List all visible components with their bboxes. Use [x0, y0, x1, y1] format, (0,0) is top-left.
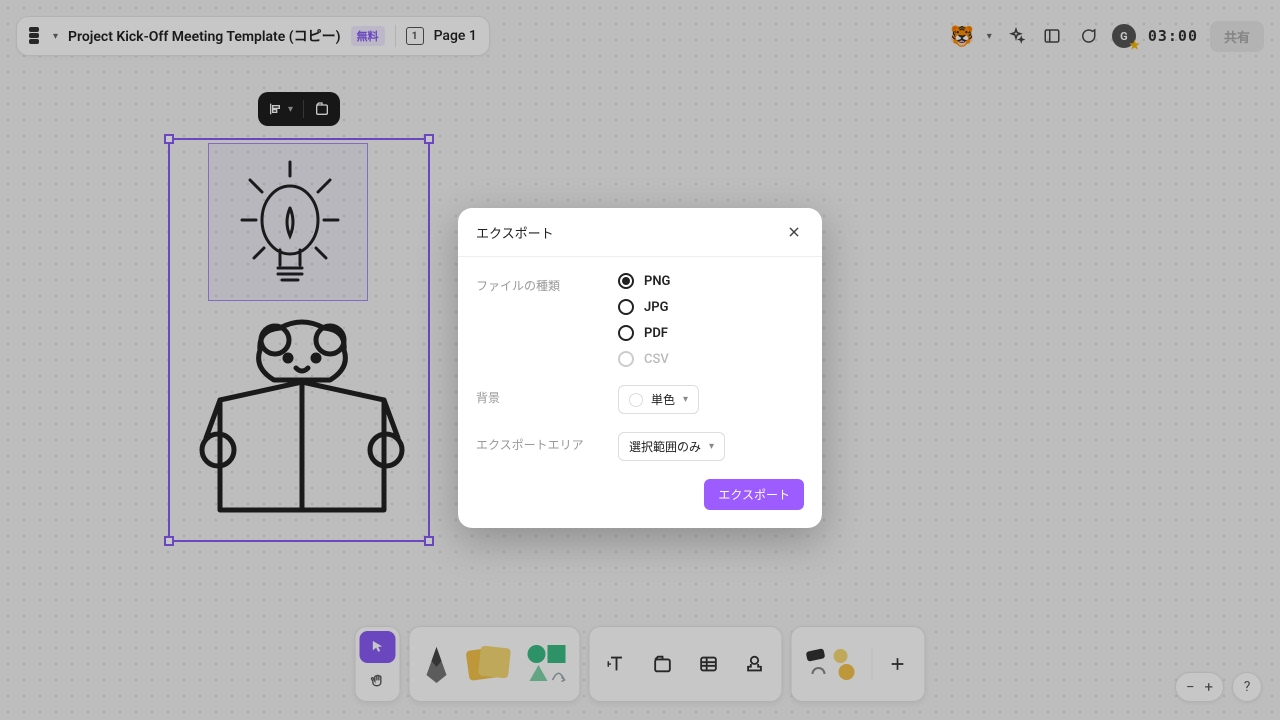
select-value: 単色 — [651, 391, 675, 408]
background-select[interactable]: 単色 ▾ — [618, 385, 699, 414]
chevron-down-icon: ▾ — [683, 394, 688, 405]
radio-png[interactable]: PNG — [618, 273, 670, 289]
export-dialog: エクスポート ファイルの種類 PNG JPG PDF CSV 背景 単色 ▾ エ… — [458, 208, 822, 528]
chevron-down-icon: ▾ — [709, 441, 714, 452]
radio-csv: CSV — [618, 351, 670, 367]
radio-jpg[interactable]: JPG — [618, 299, 670, 315]
radio-label: CSV — [644, 352, 669, 367]
radio-label: PNG — [644, 274, 670, 289]
export-area-select[interactable]: 選択範囲のみ ▾ — [618, 432, 725, 461]
radio-label: PDF — [644, 326, 668, 341]
file-type-options: PNG JPG PDF CSV — [618, 273, 670, 367]
radio-pdf[interactable]: PDF — [618, 325, 670, 341]
radio-icon — [618, 351, 634, 367]
radio-icon — [618, 325, 634, 341]
dialog-header: エクスポート — [458, 208, 822, 257]
file-type-label: ファイルの種類 — [476, 273, 596, 367]
dialog-title: エクスポート — [476, 223, 554, 242]
export-area-label: エクスポートエリア — [476, 432, 596, 461]
close-icon[interactable] — [784, 222, 804, 242]
background-row: 背景 単色 ▾ — [476, 385, 804, 414]
dialog-footer: エクスポート — [476, 479, 804, 510]
radio-icon — [618, 273, 634, 289]
export-area-row: エクスポートエリア 選択範囲のみ ▾ — [476, 432, 804, 461]
file-type-row: ファイルの種類 PNG JPG PDF CSV — [476, 273, 804, 367]
radio-icon — [618, 299, 634, 315]
dialog-body: ファイルの種類 PNG JPG PDF CSV 背景 単色 ▾ エクスポートエリ… — [458, 257, 822, 528]
radio-label: JPG — [644, 300, 668, 315]
export-button[interactable]: エクスポート — [704, 479, 804, 510]
select-value: 選択範囲のみ — [629, 438, 701, 455]
background-label: 背景 — [476, 385, 596, 414]
color-swatch-icon — [629, 393, 643, 407]
